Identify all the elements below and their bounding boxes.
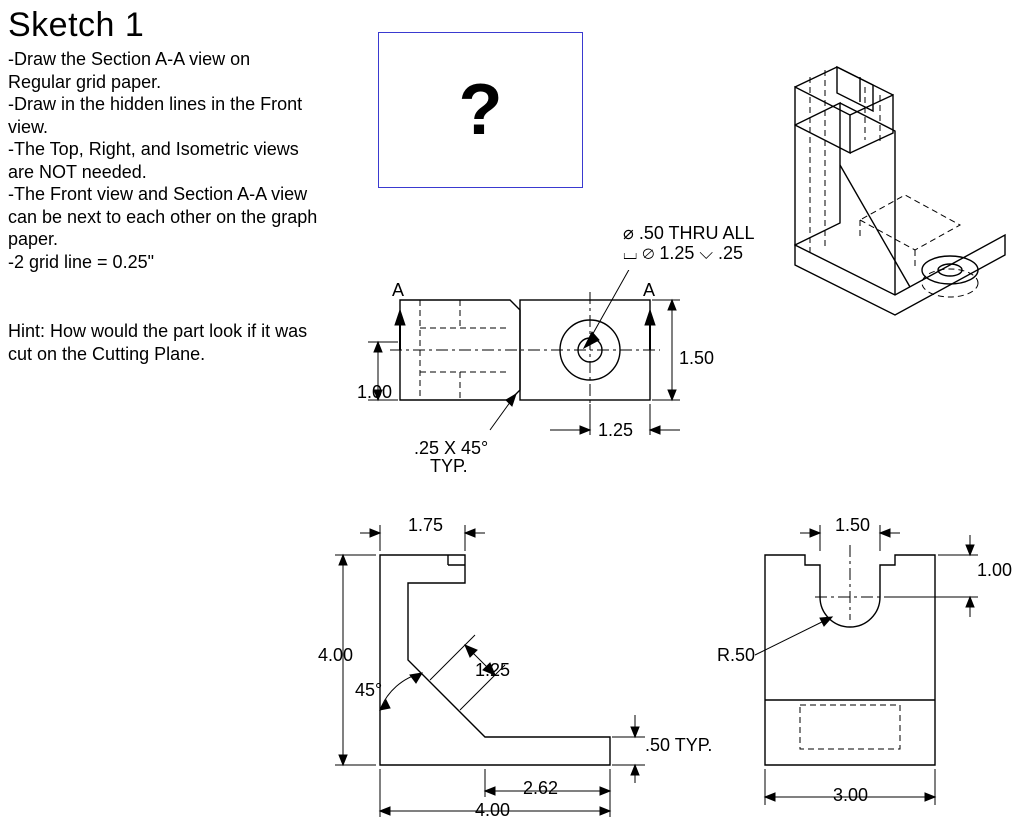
dim-45deg: 45° — [355, 680, 382, 701]
dim-4p00h: 4.00 — [318, 645, 353, 666]
dim-rib-1p25: 1.25 — [475, 660, 510, 681]
dim-slot-1p00: 1.00 — [977, 560, 1012, 581]
dim-1p00: 1.00 — [357, 382, 392, 403]
isometric-view — [765, 55, 1020, 355]
instruction-line: -Draw the Section A-A view on Regular gr… — [8, 48, 318, 93]
instruction-block: -Draw the Section A-A view on Regular gr… — [8, 48, 318, 273]
dim-1p75: 1.75 — [408, 515, 443, 536]
hole-note-1: ⌀ .50 THRU ALL — [623, 223, 755, 244]
section-view-placeholder: ? — [378, 32, 583, 188]
dim-slot-1p50: 1.50 — [835, 515, 870, 536]
dim-2p62: 2.62 — [523, 778, 558, 799]
dim-1p25: 1.25 — [598, 420, 633, 441]
page-title: Sketch 1 — [8, 6, 144, 45]
instruction-line: -2 grid line = 0.25" — [8, 251, 318, 274]
dim-50typ: .50 TYP. — [645, 735, 712, 756]
chamfer-typ: TYP. — [430, 456, 468, 477]
dim-1p50: 1.50 — [679, 348, 714, 369]
instruction-line: -The Front view and Section A-A view can… — [8, 183, 318, 251]
dim-r50: R.50 — [717, 645, 755, 666]
instruction-line: -The Top, Right, and Isometric views are… — [8, 138, 318, 183]
question-mark-icon: ? — [459, 69, 503, 151]
instruction-line: -Draw in the hidden lines in the Front v… — [8, 93, 318, 138]
dim-4p00w: 4.00 — [475, 800, 510, 821]
hint-text: Hint: How would the part look if it was … — [8, 320, 318, 365]
section-arrow-label: A — [643, 280, 655, 301]
right-view — [720, 505, 1020, 825]
section-arrow-label: A — [392, 280, 404, 301]
dim-3p00: 3.00 — [833, 785, 868, 806]
hole-note-2: ⌴ ⌀ 1.25 ⌵ .25 — [623, 243, 743, 264]
